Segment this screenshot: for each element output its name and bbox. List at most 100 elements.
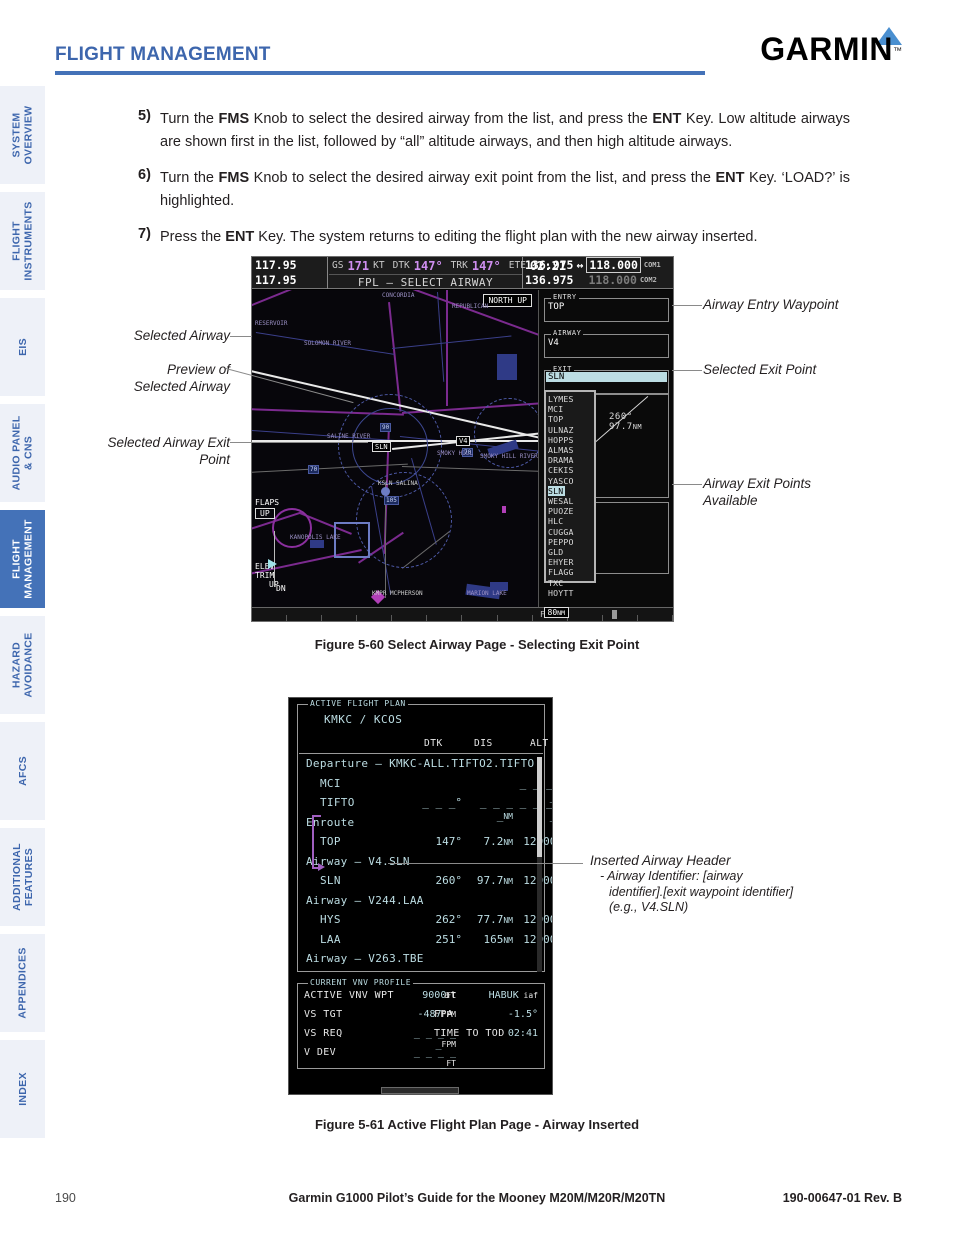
sidebar-item-eis[interactable]: EIS — [0, 298, 45, 396]
sidebar-item-flight-management[interactable]: FLIGHT MANAGEMENT — [0, 510, 45, 608]
exit-point-list-item[interactable]: HLC — [548, 516, 594, 526]
waypoint-identifier: LAA — [320, 932, 341, 946]
dtk-label: DTK — [392, 260, 410, 271]
exit-point-list-item[interactable]: ULNAZ — [548, 425, 594, 435]
entry-caption: ENTRY — [551, 293, 579, 301]
airway-value: V4 — [548, 338, 559, 348]
step-text: Turn the FMS Knob to select the desired … — [160, 111, 850, 150]
exit-point-list-item[interactable]: MCI — [548, 404, 594, 414]
waypoint-dtk: 260° — [435, 874, 463, 887]
sidebar-item-additional-features[interactable]: ADDITIONAL FEATURES — [0, 828, 45, 926]
exit-point-list-item[interactable]: YASCO — [548, 476, 594, 486]
exit-point-list-item[interactable]: CEKIS — [548, 465, 594, 475]
flight-plan-header-row[interactable]: Airway – V263.TBE — [298, 952, 540, 969]
exit-point-list-item[interactable]: SLN — [548, 485, 594, 497]
figure-active-flight-plan-page: ACTIVE FLIGHT PLAN KMKC / KCOS DTK DIS A… — [288, 697, 553, 1095]
flight-plan-scrollbar-thumb[interactable] — [537, 757, 542, 857]
exit-point-list-item[interactable]: GLD — [548, 547, 594, 557]
com-swap-icon: ↔ — [576, 257, 584, 272]
vnv-row-value-2: HABUK iaf — [488, 990, 538, 1001]
altitude-label-105: 105 — [384, 496, 399, 505]
exit-point-list[interactable]: LYMES MCI TOP ULNAZ HOPPS ALMAS DRAMA CEKIS YASC… — [544, 390, 596, 598]
waypoint-altitude: 12000FT — [510, 913, 552, 926]
sidebar-item-flight-instruments[interactable]: FLIGHT INSTRUMENTS — [0, 192, 45, 290]
com2-standby-freq: 136.975 — [525, 272, 574, 287]
sidebar-item-label: APPENDICES — [16, 947, 29, 1019]
select-airway-panel[interactable]: ENTRY TOP AIRWAY V4 EXIT SLN 260° 97.7NM… — [538, 290, 673, 607]
procedure-steps: 5) Turn the FMS Knob to select the desire… — [138, 108, 850, 262]
flight-plan-waypoint-row[interactable]: SLN 260° 97.7NM12000FT — [298, 874, 552, 891]
exit-point-list-item[interactable]: TXC — [548, 578, 594, 588]
sidebar-item-system-overview[interactable]: SYSTEM OVERVIEW — [0, 86, 45, 184]
vnv-row-label: ACTIVE VNV WPT — [304, 990, 394, 1001]
map-orientation-button[interactable]: NORTH UP — [483, 294, 532, 307]
vnv-row-middle-label: FPA — [434, 1009, 454, 1020]
waypoint-identifier: MCI — [320, 776, 341, 790]
sidebar-item-appendices[interactable]: APPENDICES — [0, 934, 45, 1032]
active-flight-plan-caption: ACTIVE FLIGHT PLAN — [308, 699, 408, 708]
softkey-row[interactable] — [252, 615, 673, 621]
map-range-unit: NM — [557, 609, 565, 617]
exit-point-list-item[interactable]: HOPPS — [548, 435, 594, 445]
com-frequency-panel[interactable]: 136.975 ↔ 118.000 COM1 136.975 118.000 C… — [523, 257, 673, 289]
vnv-row-label: V DEV — [304, 1047, 337, 1058]
map-range-button[interactable]: 80NM — [543, 607, 569, 618]
exit-point-list-item[interactable]: HOYTT — [548, 588, 594, 598]
flight-plan-waypoint-row[interactable]: TIFTO_ _ _°_ _ _ _NM_ _ _ _ _FT — [298, 796, 552, 822]
exit-point-list-item-selected[interactable]: SLN — [548, 485, 566, 497]
vnv-row-value-2: 02:41 — [507, 1028, 538, 1039]
mfd-navigation-map[interactable]: NORTH UP SLN V4 90 70 70 105 FLAPS UP EL… — [252, 290, 538, 607]
callout-leader-1 — [230, 336, 252, 337]
exit-point-list-item[interactable]: PUOZE — [548, 506, 594, 516]
flight-plan-waypoint-row[interactable]: HYS 262° 77.7NM12000FT — [298, 913, 552, 930]
flight-plan-header-row[interactable]: Enroute — [298, 816, 540, 833]
sidebar-item-hazard-avoidance[interactable]: HAZARD AVOIDANCE — [0, 616, 45, 714]
vnv-profile-row: ACTIVE VNV WPT 9000FT at HABUK iaf — [302, 990, 540, 1008]
vnv-row-middle-label: at — [444, 990, 457, 1001]
gs-label: GS — [332, 260, 344, 271]
vnv-row-label: VS REQ — [304, 1028, 343, 1039]
exit-point-list-item[interactable]: ALMAS — [548, 445, 594, 455]
trk-value: 147° — [471, 258, 501, 273]
flight-plan-header-row[interactable]: Airway – V244.LAA — [298, 894, 540, 911]
exit-point-list-item[interactable]: TOP — [548, 414, 594, 424]
exit-point-list-item[interactable]: DRAMA — [548, 455, 594, 465]
sidebar-item-label: EIS — [16, 338, 29, 356]
garmin-logo: GARMIN™ — [760, 33, 902, 65]
step-number: 7) — [138, 226, 151, 242]
flaps-label: FLAPS — [255, 498, 280, 507]
waypoint-dtk: 147° — [435, 835, 463, 848]
exit-point-list-item[interactable]: WESAL — [548, 496, 594, 506]
airway-field-group[interactable]: AIRWAY V4 — [544, 329, 669, 358]
airway-caption: AIRWAY — [551, 329, 584, 337]
map-label: SALINE RIVER — [327, 433, 371, 440]
exit-point-list-item[interactable]: CUGGA — [548, 527, 594, 537]
exit-point-list-item[interactable]: PEPPO — [548, 537, 594, 547]
step-text: Turn the FMS Knob to select the desired … — [160, 170, 850, 209]
map-range-value: 80 — [547, 608, 558, 617]
col-header-dtk: DTK — [424, 738, 443, 749]
dtk-value: 147° — [413, 258, 443, 273]
callout-line-3: (e.g., V4.SLN) — [609, 900, 689, 914]
nav-standby-freq: 117.95 — [255, 273, 297, 287]
entry-field-group[interactable]: ENTRY TOP — [544, 293, 669, 322]
com1-row: 136.975 ↔ 118.000 COM1 — [525, 257, 671, 273]
vnv-row-value-2: -1.5° — [507, 1009, 538, 1020]
active-flight-plan-box: ACTIVE FLIGHT PLAN KMKC / KCOS DTK DIS A… — [297, 699, 552, 972]
flight-plan-waypoint-row[interactable]: MCI_ _ _ _ _FT — [298, 776, 552, 803]
mfd-bottom-tab — [381, 1087, 459, 1094]
flight-plan-waypoint-row[interactable]: TOP 147° 7.2NM12000FT — [298, 835, 552, 852]
sidebar-item-afcs[interactable]: AFCS — [0, 722, 45, 820]
sidebar-item-audio-panel-cns[interactable]: AUDIO PANEL & CNS — [0, 404, 45, 502]
exit-point-list-item[interactable]: LYMES — [548, 394, 594, 404]
sidebar-item-label: AUDIO PANEL & CNS — [10, 415, 35, 491]
flight-plan-waypoint-row[interactable]: LAA 251° 165NM12000FT — [298, 932, 552, 950]
nav-frequency-panel[interactable]: 117.95 117.95 — [252, 257, 328, 289]
flight-plan-route: KMKC / KCOS — [324, 713, 403, 726]
flight-plan-header-row[interactable]: Departure – KMKC-ALL.TIFTO2.TIFTO — [298, 757, 540, 774]
callout-title: Inserted Airway Header — [590, 853, 731, 868]
flight-plan-header-label: Departure – KMKC-ALL.TIFTO2.TIFTO — [306, 757, 535, 770]
flight-plan-header-label: Airway – V244.LAA — [306, 893, 424, 907]
exit-point-list-item[interactable]: EHYER — [548, 557, 594, 567]
exit-point-list-item[interactable]: FLAGG — [548, 567, 594, 577]
